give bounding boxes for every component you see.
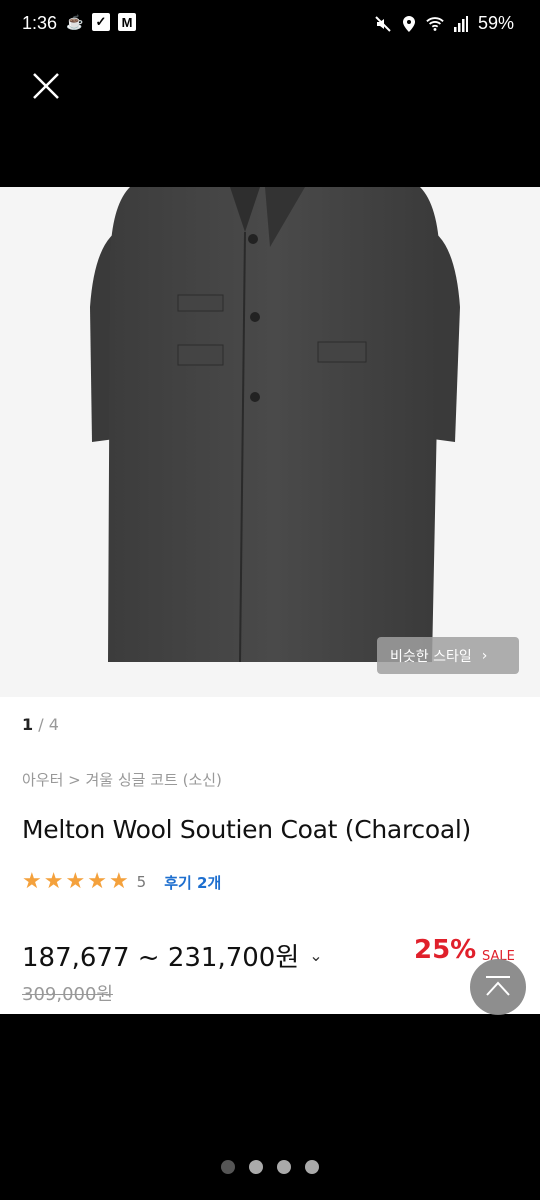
breadcrumb[interactable]: 아우터 > 겨울 싱글 코트 (소신) — [22, 769, 222, 790]
gallery-dot[interactable] — [221, 1160, 235, 1174]
original-price: 309,000원 — [22, 984, 113, 1005]
chevron-right-icon: › — [481, 647, 488, 664]
product-image[interactable]: 비슷한 스타일 › — [0, 187, 540, 697]
location-icon — [400, 15, 418, 33]
screen: 1:36 ☕ ✓ M 59% 비슷한 스타일 › 1 / 4 아우터 > 겨울 … — [0, 0, 540, 1200]
battery-level: 59% — [477, 13, 514, 33]
mute-icon — [374, 15, 392, 33]
coat-image — [90, 187, 460, 663]
gallery-dot[interactable] — [277, 1160, 291, 1174]
price-range-text: 187,677 ~ 231,700원 — [22, 943, 300, 973]
gallery-dots — [0, 1160, 540, 1174]
similar-style-button[interactable]: 비슷한 스타일 › — [377, 637, 519, 674]
gallery-dot[interactable] — [249, 1160, 263, 1174]
price-range[interactable]: 187,677 ~ 231,700원 ⌄ — [22, 937, 323, 974]
pager-separator: / — [33, 715, 49, 734]
notification-icons: ☕ ✓ M — [66, 13, 136, 31]
star-icon: ★ — [22, 869, 42, 894]
status-bar: 1:36 ☕ ✓ M 59% — [0, 0, 540, 48]
system-icons: 59% — [374, 13, 514, 34]
close-button[interactable] — [30, 70, 62, 102]
review-link[interactable]: 후기 2개 — [164, 872, 221, 893]
star-icon: ★ — [87, 869, 107, 894]
chevron-down-icon: ⌄ — [309, 946, 323, 965]
status-time: 1:36 — [22, 13, 58, 33]
gmail-icon: M — [118, 13, 136, 31]
scroll-to-top-button[interactable] — [470, 959, 526, 1015]
coffee-icon: ☕ — [66, 13, 84, 30]
product-info: 1 / 4 아우터 > 겨울 싱글 코트 (소신) Melton Wool So… — [0, 697, 540, 1015]
gallery-dot[interactable] — [305, 1160, 319, 1174]
check-icon: ✓ — [92, 13, 110, 31]
signal-icon — [452, 15, 470, 33]
pager-total: 4 — [48, 715, 59, 734]
wifi-icon — [426, 15, 444, 33]
star-icon: ★ — [43, 869, 64, 894]
arrow-up-icon — [486, 976, 510, 996]
rating-score: 5 — [136, 873, 147, 891]
discount-rate: 25% — [414, 935, 477, 965]
close-icon — [33, 73, 59, 99]
rating: ★ ★ ★ ★ ★ 5 후기 2개 — [22, 871, 221, 893]
star-icon: ★ — [65, 869, 86, 894]
star-icon: ★ — [108, 869, 129, 894]
image-pager: 1 / 4 — [22, 715, 59, 734]
product-title: Melton Wool Soutien Coat (Charcoal) — [22, 815, 471, 844]
pager-current: 1 — [22, 715, 34, 734]
similar-style-label: 비슷한 스타일 — [390, 648, 472, 665]
